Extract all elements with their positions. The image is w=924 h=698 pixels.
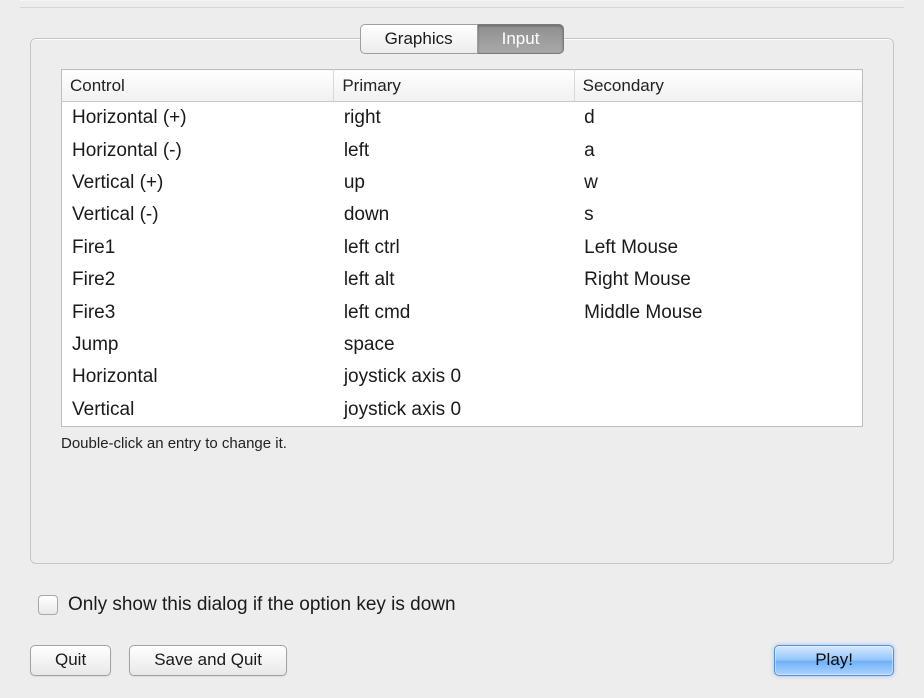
- cell-primary[interactable]: left cmd: [334, 297, 574, 329]
- cell-control[interactable]: Fire2: [62, 264, 334, 296]
- cell-control[interactable]: Fire1: [62, 232, 334, 264]
- quit-button[interactable]: Quit: [30, 645, 111, 676]
- cell-control[interactable]: Vertical (-): [62, 199, 334, 231]
- table-row[interactable]: Horizontal (+)rightd: [62, 102, 863, 135]
- cell-secondary[interactable]: [574, 394, 862, 427]
- col-header-secondary[interactable]: Secondary: [574, 70, 862, 102]
- launcher-dialog: Graphics Input Control Primary Secondary…: [0, 0, 924, 698]
- cell-primary[interactable]: joystick axis 0: [334, 394, 574, 427]
- hint-text: Double-click an entry to change it.: [61, 435, 863, 452]
- cell-primary[interactable]: right: [334, 102, 574, 135]
- table-row[interactable]: Horizontal (-)lefta: [62, 135, 863, 167]
- cell-secondary[interactable]: [574, 329, 862, 361]
- top-divider: [20, 0, 904, 8]
- table-row[interactable]: Vertical (+)upw: [62, 167, 863, 199]
- table-row[interactable]: Fire2left altRight Mouse: [62, 264, 863, 296]
- input-panel: Control Primary Secondary Horizontal (+)…: [30, 38, 894, 564]
- save-quit-button[interactable]: Save and Quit: [129, 645, 287, 676]
- cell-control[interactable]: Jump: [62, 329, 334, 361]
- cell-secondary[interactable]: Right Mouse: [574, 264, 862, 296]
- cell-secondary[interactable]: Left Mouse: [574, 232, 862, 264]
- cell-control[interactable]: Horizontal (+): [62, 102, 334, 135]
- cell-secondary[interactable]: a: [574, 135, 862, 167]
- cell-primary[interactable]: down: [334, 199, 574, 231]
- cell-primary[interactable]: left ctrl: [334, 232, 574, 264]
- cell-primary[interactable]: space: [334, 329, 574, 361]
- tab-bar: Graphics Input: [0, 24, 924, 54]
- cell-secondary[interactable]: [574, 361, 862, 393]
- cell-secondary[interactable]: d: [574, 102, 862, 135]
- play-button[interactable]: Play!: [774, 645, 894, 676]
- only-show-checkbox[interactable]: [38, 595, 58, 615]
- cell-primary[interactable]: left: [334, 135, 574, 167]
- table-row[interactable]: Fire1left ctrlLeft Mouse: [62, 232, 863, 264]
- cell-secondary[interactable]: s: [574, 199, 862, 231]
- col-header-control[interactable]: Control: [62, 70, 334, 102]
- tab-graphics[interactable]: Graphics: [360, 24, 478, 54]
- tab-input[interactable]: Input: [478, 24, 565, 54]
- cell-primary[interactable]: joystick axis 0: [334, 361, 574, 393]
- table-row[interactable]: Horizontaljoystick axis 0: [62, 361, 863, 393]
- col-header-primary[interactable]: Primary: [334, 70, 574, 102]
- cell-primary[interactable]: left alt: [334, 264, 574, 296]
- cell-control[interactable]: Horizontal (-): [62, 135, 334, 167]
- cell-control[interactable]: Vertical (+): [62, 167, 334, 199]
- only-show-option-row[interactable]: Only show this dialog if the option key …: [38, 594, 456, 616]
- cell-control[interactable]: Fire3: [62, 297, 334, 329]
- table-row[interactable]: Jumpspace: [62, 329, 863, 361]
- cell-secondary[interactable]: w: [574, 167, 862, 199]
- only-show-label: Only show this dialog if the option key …: [68, 594, 456, 616]
- cell-control[interactable]: Horizontal: [62, 361, 334, 393]
- table-row[interactable]: Verticaljoystick axis 0: [62, 394, 863, 427]
- table-row[interactable]: Fire3left cmdMiddle Mouse: [62, 297, 863, 329]
- bindings-table: Control Primary Secondary Horizontal (+)…: [61, 69, 863, 427]
- cell-control[interactable]: Vertical: [62, 394, 334, 427]
- button-row: Quit Save and Quit Play!: [30, 644, 894, 676]
- cell-secondary[interactable]: Middle Mouse: [574, 297, 862, 329]
- cell-primary[interactable]: up: [334, 167, 574, 199]
- table-row[interactable]: Vertical (-)downs: [62, 199, 863, 231]
